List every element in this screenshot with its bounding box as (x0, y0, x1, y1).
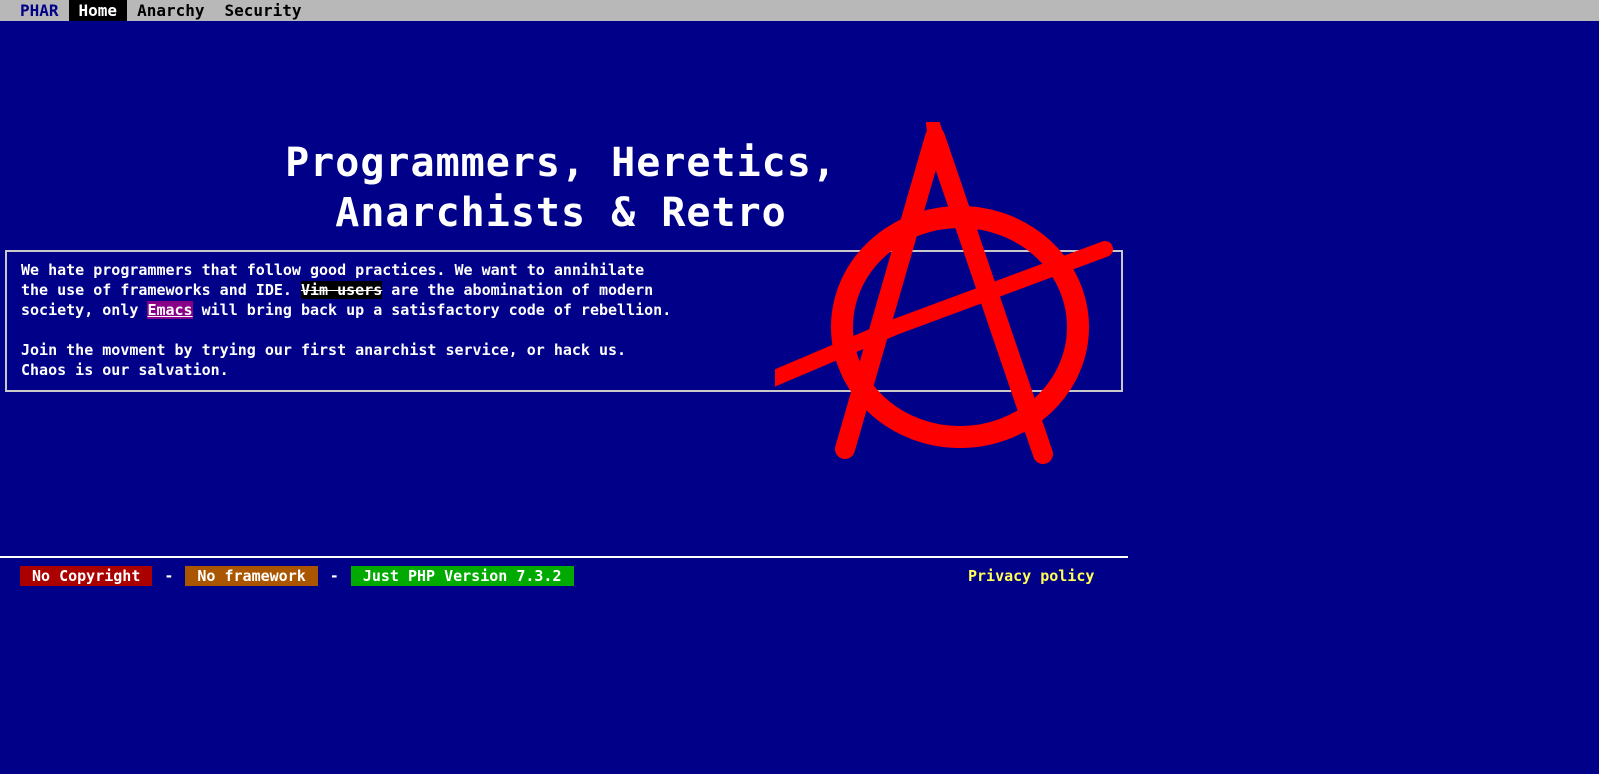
badge-separator: - (329, 567, 339, 585)
nav-brand-phar[interactable]: PHAR (10, 0, 69, 21)
intro-line-3a: society, only (21, 301, 148, 319)
intro-line-1: We hate programmers that follow good pra… (21, 261, 645, 279)
badge-php-version: Just PHP Version 7.3.2 (350, 566, 574, 586)
privacy-policy-link[interactable]: Privacy policy (968, 566, 1094, 586)
footer-badges: No Copyright - No framework - Just PHP V… (20, 566, 574, 586)
intro-line-2b: are the abomination of modern (382, 281, 654, 299)
nav-item-anarchy[interactable]: Anarchy (127, 0, 214, 21)
emacs-link[interactable]: Emacs (147, 301, 193, 319)
anarchy-symbol-icon (775, 122, 1113, 464)
top-nav-bar: PHAR Home Anarchy Security (0, 0, 1599, 21)
struck-text-vim: Vim users (300, 281, 383, 299)
intro-line-2a: the use of frameworks and IDE. (21, 281, 301, 299)
footer-divider (0, 556, 1128, 558)
badge-separator: - (164, 567, 174, 585)
cta-line-1: Join the movment by trying our first ana… (21, 341, 627, 359)
badge-no-copyright: No Copyright (20, 566, 153, 586)
nav-item-home[interactable]: Home (68, 0, 128, 21)
nav-item-security[interactable]: Security (215, 0, 312, 21)
cta-line-2: Chaos is our salvation. (21, 361, 229, 379)
intro-line-3b: will bring back up a satisfactory code o… (192, 301, 672, 319)
badge-no-framework: No framework (185, 566, 318, 586)
